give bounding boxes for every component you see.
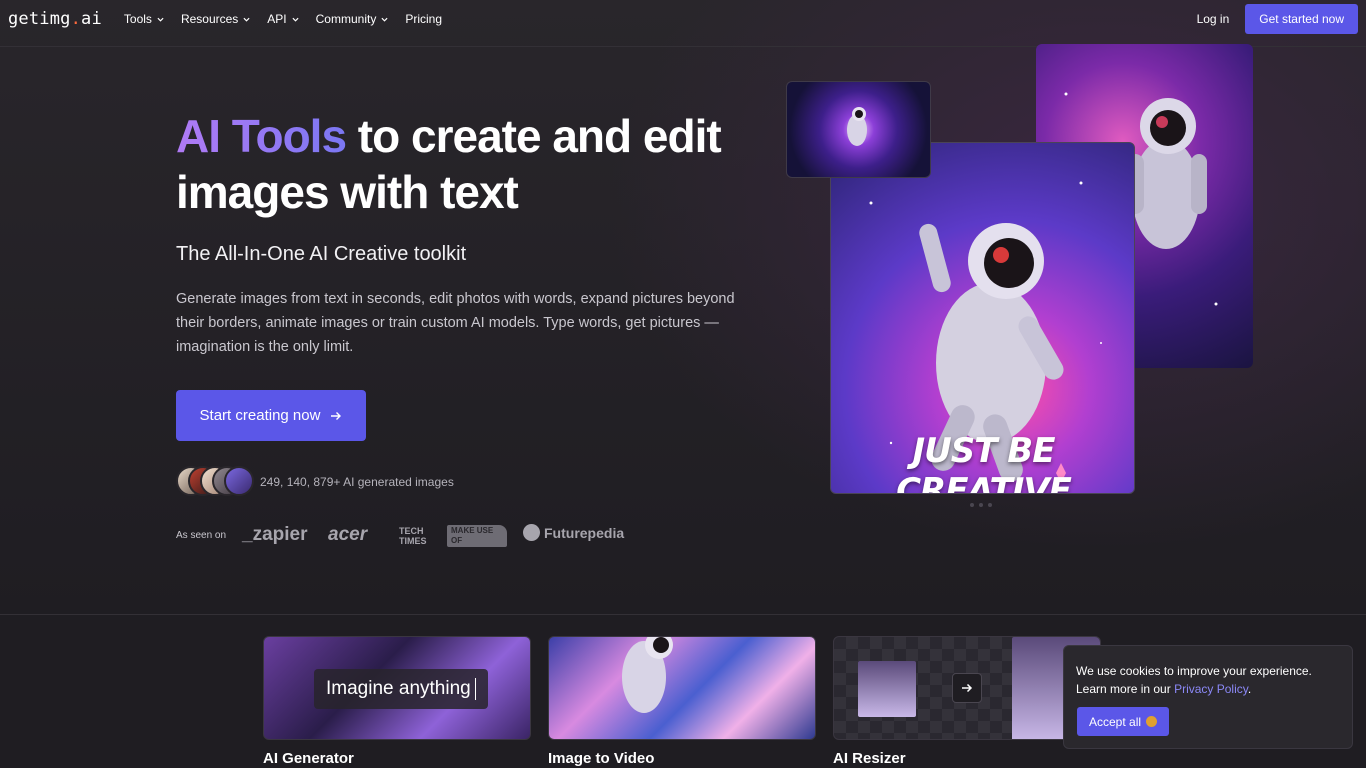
resizer-source-thumb (858, 661, 916, 717)
tool-card-image-to-video[interactable] (548, 636, 816, 740)
avatar (224, 466, 254, 496)
seen-on-label: As seen on (176, 530, 227, 541)
hero-description: Generate images from text in seconds, ed… (176, 291, 735, 355)
art-just-be-creative: JUST BE CREATIVE (830, 142, 1135, 494)
login-link[interactable]: Log in (1197, 12, 1230, 26)
carousel-dot[interactable] (988, 503, 992, 507)
tool-title-ai-generator[interactable]: AI Generator (263, 750, 354, 767)
section-divider (0, 614, 1366, 615)
astronaut-image (622, 637, 673, 713)
headline-accent: AI Tools (176, 110, 347, 162)
nav-item-community[interactable]: Community (316, 12, 389, 26)
accept-cookies-button[interactable]: Accept all (1077, 707, 1170, 736)
tool-card-ai-generator[interactable]: Imagine anything (263, 636, 531, 740)
resize-arrow (952, 673, 982, 703)
cookie-banner: We use cookies to improve your experienc… (1063, 645, 1353, 749)
nav-item-pricing[interactable]: Pricing (405, 12, 442, 26)
imagine-text: Imagine anything (326, 678, 471, 699)
imagine-overlay: Imagine anything (314, 669, 488, 709)
futurepedia-label: Futurepedia (544, 524, 625, 541)
hero-subheadline: The All-In-One AI Creative toolkit (176, 243, 467, 265)
get-started-button[interactable]: Get started now (1245, 4, 1358, 34)
chevron-down-icon (381, 17, 388, 22)
nav-item-api[interactable]: API (267, 12, 299, 26)
tool-card-ai-resizer[interactable] (833, 636, 1101, 740)
nav-right: Log in Get started now (1197, 4, 1358, 34)
generated-count: 249, 140, 879+ AI generated images (260, 475, 454, 489)
brand-logo-acer: acer (328, 524, 368, 545)
user-avatars (176, 466, 254, 496)
chevron-down-icon (157, 17, 164, 22)
arrow-right-icon (962, 683, 973, 693)
chevron-down-icon (292, 17, 299, 22)
start-creating-button[interactable]: Start creating now (176, 390, 366, 441)
tool-title-image-to-video[interactable]: Image to Video (548, 750, 654, 767)
carousel-dot[interactable] (970, 503, 974, 507)
privacy-policy-link[interactable]: Privacy Policy (1174, 682, 1248, 696)
accept-label: Accept all (1089, 714, 1142, 729)
futurepedia-icon (523, 524, 540, 541)
hero-headline: AI Tools to create and edit images with … (176, 108, 756, 220)
arrow-right-icon (331, 411, 342, 420)
carousel-dots (970, 503, 992, 507)
carousel-dot[interactable] (979, 503, 983, 507)
cookie-message: We use cookies to improve your experienc… (1076, 664, 1312, 696)
text-cursor (474, 678, 476, 700)
art-caption: JUST BE CREATIVE (896, 431, 1072, 494)
astronaut-image (847, 107, 867, 146)
tool-title-ai-resizer[interactable]: AI Resizer (833, 750, 906, 767)
nav-item-resources[interactable]: Resources (181, 12, 250, 26)
nav-item-tools[interactable]: Tools (124, 12, 164, 26)
art-astronaut-small (786, 81, 931, 178)
brand-logo-futurepedia: Futurepedia (523, 524, 624, 541)
logo[interactable]: getimg.ai (8, 9, 102, 29)
top-nav: getimg.ai Tools Resources API Community … (0, 0, 1366, 38)
brand-logo-techtimes: TECH TIMES (399, 526, 427, 546)
brand-logo-makeuseof: MAKE USE OF (447, 525, 507, 547)
brand-logo-zapier: _zapier (242, 524, 308, 545)
cookie-icon (1146, 716, 1158, 727)
chevron-down-icon (243, 17, 250, 22)
cta-label: Start creating now (199, 407, 321, 424)
